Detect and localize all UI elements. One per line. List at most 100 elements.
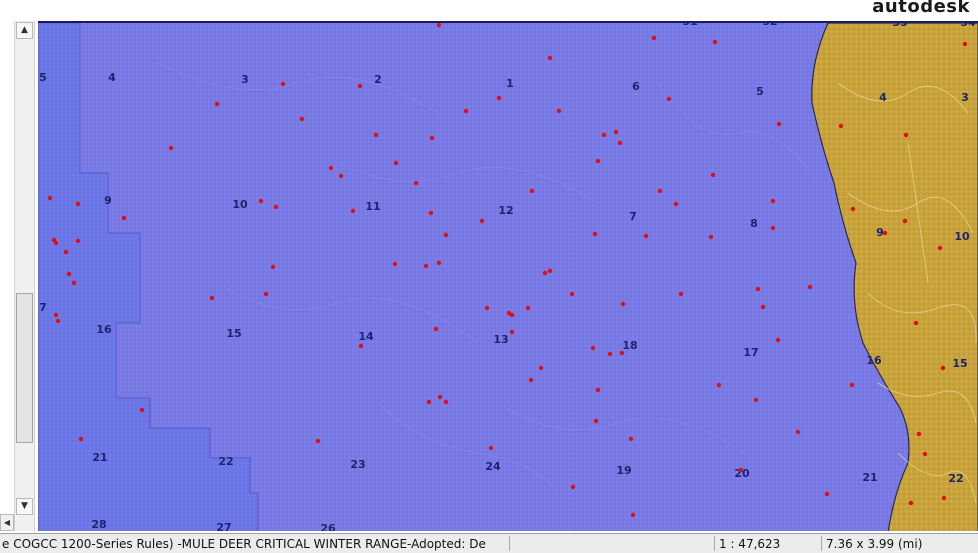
- vertical-scrollbar[interactable]: ▲ ▼: [14, 21, 35, 531]
- well-marker[interactable]: [139, 407, 145, 413]
- well-marker[interactable]: [903, 132, 909, 138]
- well-marker[interactable]: [75, 238, 81, 244]
- well-marker[interactable]: [753, 397, 759, 403]
- well-marker[interactable]: [338, 173, 344, 179]
- well-marker[interactable]: [525, 305, 531, 311]
- well-marker[interactable]: [479, 218, 485, 224]
- well-marker[interactable]: [443, 399, 449, 405]
- well-marker[interactable]: [428, 210, 434, 216]
- well-marker[interactable]: [916, 431, 922, 437]
- well-marker[interactable]: [436, 260, 442, 266]
- well-marker[interactable]: [716, 382, 722, 388]
- well-marker[interactable]: [770, 225, 776, 231]
- well-marker[interactable]: [463, 108, 469, 114]
- well-marker[interactable]: [630, 512, 636, 518]
- scrollbar-thumb[interactable]: [16, 293, 33, 443]
- well-marker[interactable]: [712, 39, 718, 45]
- well-marker[interactable]: [263, 291, 269, 297]
- scroll-left-button[interactable]: ◀: [0, 514, 14, 531]
- well-marker[interactable]: [78, 436, 84, 442]
- well-marker[interactable]: [824, 491, 830, 497]
- well-marker[interactable]: [673, 201, 679, 207]
- well-marker[interactable]: [423, 263, 429, 269]
- well-marker[interactable]: [53, 240, 59, 246]
- well-marker[interactable]: [47, 195, 53, 201]
- well-marker[interactable]: [678, 291, 684, 297]
- well-marker[interactable]: [940, 365, 946, 371]
- well-marker[interactable]: [484, 305, 490, 311]
- well-marker[interactable]: [357, 83, 363, 89]
- well-marker[interactable]: [569, 291, 575, 297]
- well-marker[interactable]: [922, 451, 928, 457]
- well-marker[interactable]: [760, 304, 766, 310]
- well-marker[interactable]: [556, 108, 562, 114]
- well-marker[interactable]: [770, 198, 776, 204]
- well-marker[interactable]: [651, 35, 657, 41]
- well-marker[interactable]: [547, 55, 553, 61]
- map-canvas[interactable]: 5432165433132333491011127891071615141318…: [38, 23, 978, 531]
- well-marker[interactable]: [509, 312, 515, 318]
- well-marker[interactable]: [280, 81, 286, 87]
- well-marker[interactable]: [75, 201, 81, 207]
- well-marker[interactable]: [570, 484, 576, 490]
- well-marker[interactable]: [795, 429, 801, 435]
- well-marker[interactable]: [315, 438, 321, 444]
- well-marker[interactable]: [496, 95, 502, 101]
- well-marker[interactable]: [838, 123, 844, 129]
- well-marker[interactable]: [436, 23, 442, 28]
- well-marker[interactable]: [538, 365, 544, 371]
- well-marker[interactable]: [913, 320, 919, 326]
- well-marker[interactable]: [413, 180, 419, 186]
- well-marker[interactable]: [593, 418, 599, 424]
- well-marker[interactable]: [350, 208, 356, 214]
- well-marker[interactable]: [426, 399, 432, 405]
- well-marker[interactable]: [55, 318, 61, 324]
- well-marker[interactable]: [601, 132, 607, 138]
- well-marker[interactable]: [666, 96, 672, 102]
- well-marker[interactable]: [902, 218, 908, 224]
- scroll-up-button[interactable]: ▲: [16, 22, 33, 39]
- well-marker[interactable]: [595, 158, 601, 164]
- well-marker[interactable]: [962, 41, 968, 47]
- well-marker[interactable]: [443, 232, 449, 238]
- well-marker[interactable]: [941, 495, 947, 501]
- well-marker[interactable]: [488, 445, 494, 451]
- well-marker[interactable]: [71, 280, 77, 286]
- well-marker[interactable]: [168, 145, 174, 151]
- well-marker[interactable]: [509, 329, 515, 335]
- well-marker[interactable]: [542, 270, 548, 276]
- well-marker[interactable]: [708, 234, 714, 240]
- well-marker[interactable]: [590, 345, 596, 351]
- well-marker[interactable]: [908, 500, 914, 506]
- well-marker[interactable]: [776, 121, 782, 127]
- well-marker[interactable]: [607, 351, 613, 357]
- well-marker[interactable]: [299, 116, 305, 122]
- well-marker[interactable]: [657, 188, 663, 194]
- well-marker[interactable]: [937, 245, 943, 251]
- well-marker[interactable]: [613, 129, 619, 135]
- well-marker[interactable]: [121, 215, 127, 221]
- well-marker[interactable]: [643, 233, 649, 239]
- well-marker[interactable]: [529, 188, 535, 194]
- well-marker[interactable]: [358, 343, 364, 349]
- well-marker[interactable]: [738, 467, 744, 473]
- well-marker[interactable]: [273, 204, 279, 210]
- well-marker[interactable]: [775, 337, 781, 343]
- well-marker[interactable]: [258, 198, 264, 204]
- well-marker[interactable]: [595, 387, 601, 393]
- well-marker[interactable]: [53, 312, 59, 318]
- well-marker[interactable]: [433, 326, 439, 332]
- well-marker[interactable]: [209, 295, 215, 301]
- well-marker[interactable]: [528, 377, 534, 383]
- well-marker[interactable]: [755, 286, 761, 292]
- well-marker[interactable]: [710, 172, 716, 178]
- well-marker[interactable]: [592, 231, 598, 237]
- well-marker[interactable]: [807, 284, 813, 290]
- well-marker[interactable]: [547, 268, 553, 274]
- well-marker[interactable]: [849, 382, 855, 388]
- well-marker[interactable]: [392, 261, 398, 267]
- well-marker[interactable]: [882, 230, 888, 236]
- well-marker[interactable]: [328, 165, 334, 171]
- scroll-down-button[interactable]: ▼: [16, 498, 33, 515]
- well-marker[interactable]: [66, 271, 72, 277]
